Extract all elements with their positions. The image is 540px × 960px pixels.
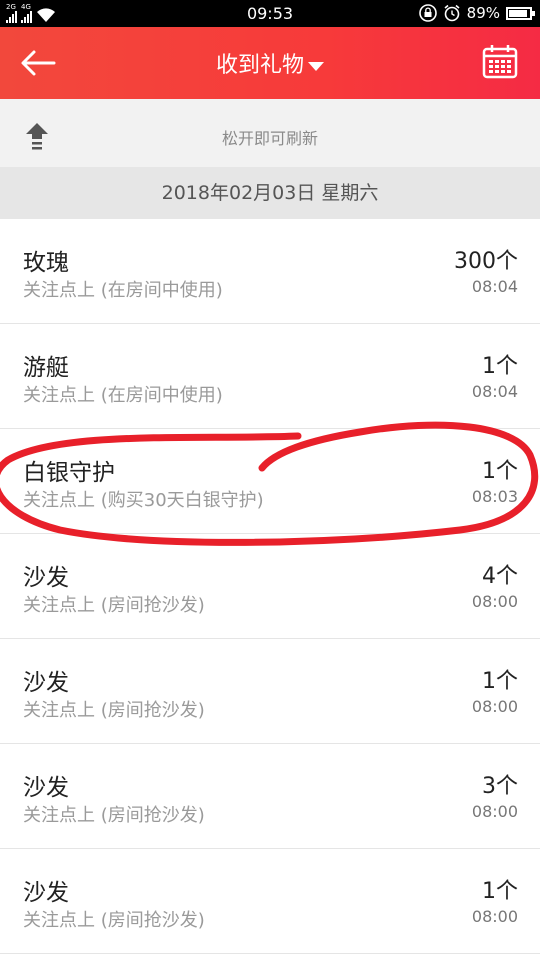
list-item[interactable]: 沙发 关注点上 (房间抢沙发) 3个 08:00 — [0, 744, 540, 849]
gift-source: 关注点上 (房间抢沙发) — [23, 805, 205, 826]
gift-name: 沙发 — [23, 565, 69, 591]
alarm-clock-icon — [444, 4, 460, 22]
gift-count: 3个 — [482, 774, 518, 799]
gift-name: 沙发 — [23, 670, 69, 696]
gift-time: 08:00 — [471, 697, 518, 716]
gift-time: 08:04 — [471, 277, 518, 296]
battery-percent: 89% — [466, 4, 500, 22]
list-item[interactable]: 沙发 关注点上 (房间抢沙发) 1个 08:00 — [0, 639, 540, 744]
status-icons: 89% — [418, 3, 535, 23]
page-title: 收到礼物 — [215, 53, 304, 78]
gift-count: 1个 — [482, 354, 518, 379]
list-item[interactable]: 游艇 关注点上 (在房间中使用) 1个 08:04 — [0, 324, 540, 429]
calendar-icon[interactable] — [482, 44, 518, 80]
gift-count: 300个 — [454, 249, 518, 274]
gift-source: 关注点上 (在房间中使用) — [23, 385, 223, 406]
list-item[interactable]: 白银守护 关注点上 (购买30天白银守护) 1个 08:03 — [0, 429, 540, 534]
gift-name: 玫瑰 — [23, 250, 69, 276]
title-dropdown[interactable]: 收到礼物 — [0, 47, 540, 79]
gift-source: 关注点上 (房间抢沙发) — [23, 595, 205, 616]
gift-name: 游艇 — [23, 355, 69, 381]
gift-list: 玫瑰 关注点上 (在房间中使用) 300个 08:04 游艇 关注点上 (在房间… — [0, 219, 540, 960]
gift-source: 关注点上 (房间抢沙发) — [23, 700, 205, 721]
lock-icon — [418, 4, 437, 22]
gift-count: 4个 — [482, 564, 518, 589]
gift-time: 08:03 — [471, 487, 518, 506]
date-header: 2018年02月03日 星期六 — [0, 167, 540, 219]
gift-name: 白银守护 — [23, 460, 115, 486]
refresh-hint: 松开即可刷新 — [221, 129, 318, 148]
gift-time: 08:04 — [471, 382, 518, 401]
pull-to-refresh: 松开即可刷新 — [0, 99, 540, 167]
gift-time: 08:00 — [471, 802, 518, 821]
gift-count: 1个 — [482, 879, 518, 904]
caret-down-icon — [308, 61, 324, 71]
gift-name: 沙发 — [23, 880, 69, 906]
gift-time: 08:00 — [471, 592, 518, 611]
battery-icon — [506, 6, 535, 20]
gift-count: 1个 — [482, 459, 518, 484]
status-bar: 2G 4G 09:53 89% — [0, 0, 540, 27]
app-bar: 收到礼物 — [0, 27, 540, 99]
gift-count: 1个 — [482, 669, 518, 694]
gift-name: 沙发 — [23, 775, 69, 801]
gift-source: 关注点上 (房间抢沙发) — [23, 910, 205, 931]
gift-source: 关注点上 (购买30天白银守护) — [23, 490, 264, 511]
list-item[interactable]: 沙发 关注点上 (房间抢沙发) 1个 08:00 — [0, 849, 540, 954]
gift-source: 关注点上 (在房间中使用) — [23, 280, 223, 301]
gift-time: 08:00 — [471, 907, 518, 926]
list-item[interactable]: 沙发 关注点上 (房间抢沙发) 4个 08:00 — [0, 534, 540, 639]
list-item[interactable]: 玫瑰 关注点上 (在房间中使用) 300个 08:04 — [0, 219, 540, 324]
